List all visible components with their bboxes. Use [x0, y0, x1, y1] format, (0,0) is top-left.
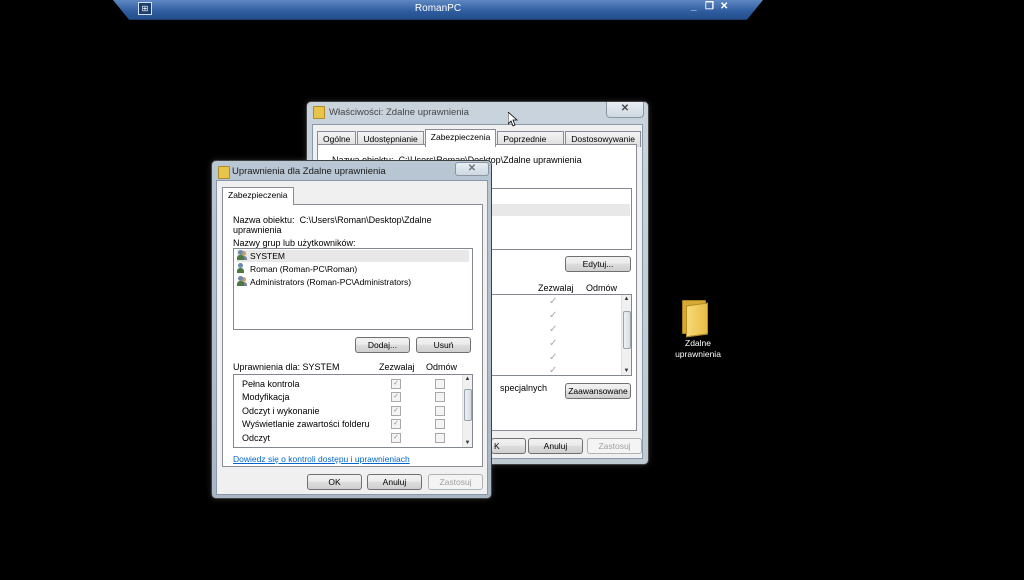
- deny-checkbox[interactable]: [435, 392, 445, 402]
- minimize-button[interactable]: _: [691, 1, 697, 12]
- allow-checkbox: ✓: [391, 406, 401, 416]
- groups-list[interactable]: SYSTEM Roman (Roman-PC\Roman) Administra…: [233, 248, 473, 330]
- check-icon: ✓: [549, 310, 558, 321]
- groups-label: Nazwy grup lub użytkowników:: [233, 238, 356, 248]
- permissions-list: Pełna kontrola ✓ Modyfikacja ✓ Odczyt i …: [233, 374, 473, 448]
- permission-name: Modyfikacja: [242, 392, 290, 402]
- list-item[interactable]: Administrators (Roman-PC\Administrators): [237, 276, 411, 288]
- users-icon: [237, 276, 247, 286]
- permissions-scrollbar[interactable]: ▲ ▼: [621, 295, 631, 375]
- check-icon: ✓: [549, 324, 558, 335]
- restore-button[interactable]: ❐: [705, 1, 714, 12]
- deny-checkbox[interactable]: [435, 379, 445, 389]
- permission-name: Wyświetlanie zawartości folderu: [242, 419, 370, 429]
- permissions-client: Zabezpieczenia Nazwa obiektu: C:\Users\R…: [216, 180, 488, 495]
- cursor-icon: [508, 112, 518, 127]
- window-title: Właściwości: Zdalne uprawnienia: [329, 107, 469, 118]
- edit-button[interactable]: Edytuj...: [565, 256, 631, 272]
- permission-name: Odczyt i wykonanie: [242, 406, 320, 416]
- permissions-scrollbar[interactable]: ▲ ▼: [462, 375, 472, 447]
- deny-checkbox[interactable]: [435, 419, 445, 429]
- permissions-for-label: Uprawnienia dla: SYSTEM: [233, 362, 340, 372]
- folder-icon[interactable]: [682, 298, 708, 338]
- list-item[interactable]: Roman (Roman-PC\Roman): [237, 263, 357, 275]
- tab-security[interactable]: Zabezpieczenia: [222, 187, 294, 205]
- close-button[interactable]: ✕: [455, 162, 489, 176]
- check-icon: ✓: [549, 365, 558, 373]
- object-name-label: Nazwa obiektu: C:\Users\Roman\Desktop\Zd…: [233, 215, 432, 235]
- close-remote-button[interactable]: ✕: [720, 1, 728, 12]
- deny-checkbox[interactable]: [435, 406, 445, 416]
- remote-bar-title: RomanPC: [414, 3, 462, 14]
- permission-name: Odczyt: [242, 433, 271, 443]
- user-icon: [237, 263, 247, 273]
- allow-checkbox: ✓: [391, 379, 401, 389]
- tab-strip: Zabezpieczenia: [222, 187, 295, 205]
- add-button[interactable]: Dodaj...: [355, 337, 410, 353]
- apply-button[interactable]: Zastosuj: [587, 438, 642, 454]
- allow-checkbox: ✓: [391, 433, 401, 443]
- list-item[interactable]: SYSTEM: [237, 250, 469, 262]
- advanced-button[interactable]: Zaawansowane: [565, 383, 631, 399]
- permission-name: Pełna kontrola: [242, 379, 300, 389]
- learn-more-link[interactable]: Dowiedz się o kontroli dostępu i uprawni…: [233, 454, 410, 464]
- deny-column-header: Odmów: [586, 283, 618, 293]
- folder-icon: [313, 106, 325, 119]
- check-icon: ✓: [549, 296, 558, 307]
- allow-checkbox: ✓: [391, 392, 401, 402]
- check-icon: ✓: [549, 352, 558, 363]
- cancel-button[interactable]: Anuluj: [367, 474, 422, 490]
- apply-button[interactable]: Zastosuj: [428, 474, 483, 490]
- folder-icon: [218, 166, 230, 179]
- tab-security[interactable]: Zabezpieczenia: [424, 129, 497, 147]
- remove-button[interactable]: Usuń: [416, 337, 471, 353]
- ok-button[interactable]: K: [491, 438, 526, 454]
- allow-column-header: Zezwalaj: [379, 362, 415, 372]
- permissions-window: Uprawnienia dla Zdalne uprawnienia ✕ Zab…: [211, 160, 492, 499]
- remote-desktop-bar: ⊞ RomanPC _ ❐ ✕: [113, 0, 763, 20]
- deny-column-header: Odmów: [426, 362, 458, 372]
- close-button[interactable]: ✕: [606, 102, 644, 118]
- deny-checkbox[interactable]: [435, 433, 445, 443]
- desktop-folder-label[interactable]: Zdalne uprawnienia: [663, 338, 733, 360]
- ok-button[interactable]: OK: [307, 474, 362, 490]
- security-panel: Nazwa obiektu: C:\Users\Roman\Desktop\Zd…: [222, 204, 483, 467]
- special-permissions-label: specjalnych: [500, 383, 548, 393]
- check-icon: ✓: [549, 338, 558, 349]
- cancel-button[interactable]: Anuluj: [528, 438, 583, 454]
- window-title: Uprawnienia dla Zdalne uprawnienia: [232, 166, 386, 177]
- users-icon: [237, 250, 247, 260]
- allow-column-header: Zezwalaj: [538, 283, 574, 293]
- allow-checkbox: ✓: [391, 419, 401, 429]
